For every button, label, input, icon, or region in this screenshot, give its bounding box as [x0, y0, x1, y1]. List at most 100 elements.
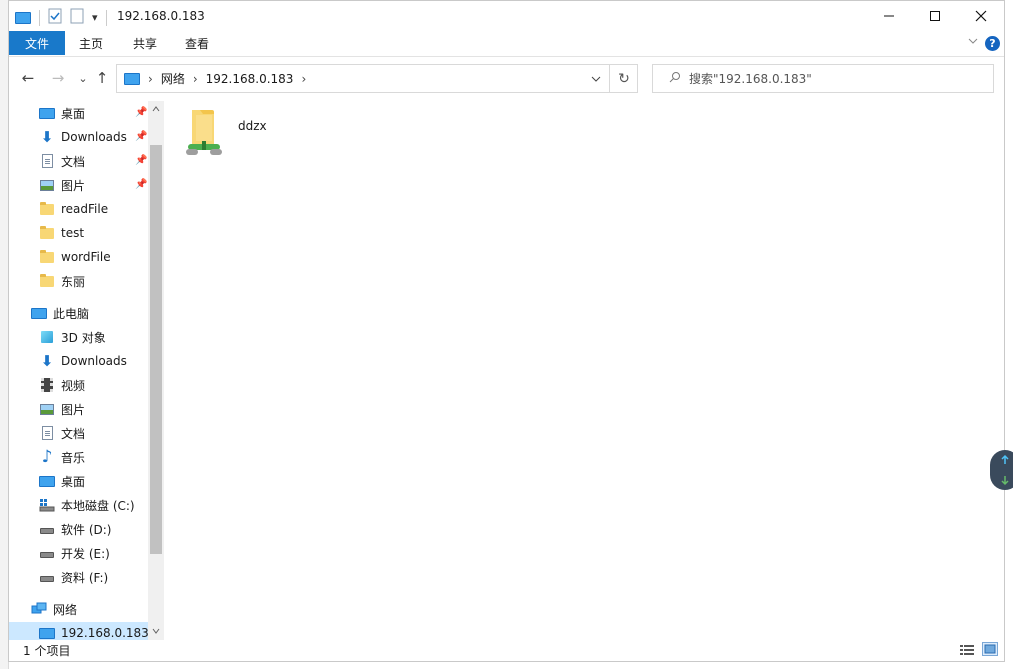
folder-icon: [39, 249, 55, 265]
sidebar-item-drive-c[interactable]: 本地磁盘 (C:): [39, 494, 164, 516]
sidebar-item-drive-d[interactable]: 软件 (D:): [39, 518, 164, 540]
sidebar-item-pc-downloads[interactable]: ⬇ Downloads: [39, 350, 164, 372]
computer-icon: [124, 72, 140, 85]
sidebar-item-label: test: [61, 226, 85, 240]
properties-icon[interactable]: [48, 8, 62, 27]
tab-home[interactable]: 主页: [69, 31, 113, 55]
pin-icon: 📌: [135, 107, 148, 118]
sidebar-item-drive-f[interactable]: 资料 (F:): [39, 566, 164, 588]
scroll-up-icon[interactable]: [150, 103, 162, 115]
breadcrumb-separator-icon[interactable]: ›: [193, 72, 198, 86]
address-bar[interactable]: › 网络 › 192.168.0.183 › ↻: [116, 64, 638, 93]
sidebar-item-label: 192.168.0.183: [61, 626, 149, 640]
details-view-icon[interactable]: [959, 643, 975, 660]
help-button[interactable]: ?: [985, 36, 1000, 51]
expand-ribbon-icon[interactable]: [968, 35, 978, 48]
quick-access-toolbar: ▾: [15, 8, 107, 27]
sidebar-item-label: Downloads: [61, 354, 127, 368]
search-placeholder: 搜索"192.168.0.183": [689, 72, 812, 86]
window-title: 192.168.0.183: [117, 9, 205, 23]
close-icon: [975, 10, 987, 22]
minimize-button[interactable]: [866, 1, 912, 31]
customize-toolbar-icon[interactable]: ▾: [92, 11, 98, 24]
breadcrumb-network[interactable]: 网络: [161, 70, 185, 87]
sidebar-item-label: 3D 对象: [61, 330, 106, 345]
pin-icon: 📌: [135, 155, 148, 166]
file-explorer-window: ▾ 192.168.0.183 文件 主页 共享 查看 ? ← → ⌄ ↑ › …: [8, 0, 1005, 662]
tab-file[interactable]: 文件: [9, 31, 65, 55]
scrollbar-thumb[interactable]: [150, 145, 162, 554]
download-icon: ⬇: [40, 352, 54, 370]
sidebar-item-videos[interactable]: 视频: [39, 374, 164, 396]
sidebar-item-label: 本地磁盘 (C:): [61, 498, 135, 513]
breadcrumb-separator-icon[interactable]: ›: [148, 72, 153, 86]
sidebar-item-pc-documents[interactable]: 文档: [39, 422, 164, 444]
desktop-icon: [39, 473, 55, 489]
drive-icon: [39, 521, 55, 537]
system-drive-icon: [39, 497, 55, 513]
music-icon: ♪: [41, 447, 53, 467]
sidebar-item-label: 桌面: [61, 106, 86, 121]
breadcrumb-current[interactable]: 192.168.0.183: [206, 72, 294, 86]
new-folder-icon[interactable]: [70, 8, 84, 27]
sidebar-item-network[interactable]: 网络: [31, 598, 164, 620]
floating-scroll-widget[interactable]: [990, 450, 1013, 490]
sidebar-item-pc-pictures[interactable]: 图片: [39, 398, 164, 420]
toolbar-divider: [105, 9, 107, 26]
tab-share[interactable]: 共享: [123, 31, 167, 55]
forward-button[interactable]: →: [48, 67, 68, 89]
document-icon: [39, 153, 55, 169]
sidebar-item-label: 此电脑: [53, 306, 90, 321]
sidebar-item-label: 网络: [53, 602, 78, 617]
picture-icon: [39, 177, 55, 193]
folder-icon: [39, 225, 55, 241]
pin-icon: 📌: [135, 131, 148, 142]
file-item-label: ddzx: [238, 119, 267, 133]
sidebar-item-label: readFile: [61, 202, 109, 216]
search-box[interactable]: 搜索"192.168.0.183": [652, 64, 994, 93]
maximize-button[interactable]: [912, 1, 958, 31]
sidebar-item-label: 图片: [61, 402, 86, 417]
file-list-area[interactable]: [174, 101, 1004, 640]
toolbar-divider: [39, 9, 40, 26]
sidebar-item-label: 东丽: [61, 274, 86, 289]
breadcrumb-separator-icon[interactable]: ›: [301, 72, 306, 86]
sidebar-item-wordfile[interactable]: wordFile: [39, 246, 164, 268]
sidebar-item-pc-desktop[interactable]: 桌面: [39, 470, 164, 492]
drive-icon: [39, 545, 55, 561]
sidebar-item-this-pc[interactable]: 此电脑: [31, 302, 164, 324]
sidebar-item-label: Downloads: [61, 130, 127, 144]
computer-icon: [15, 11, 31, 24]
search-icon: [669, 71, 681, 86]
sidebar-item-3d-objects[interactable]: 3D 对象: [39, 326, 164, 348]
sidebar-item-music[interactable]: ♪ 音乐: [39, 446, 164, 468]
refresh-button[interactable]: ↻: [610, 65, 638, 92]
close-button[interactable]: [958, 1, 1004, 31]
address-dropdown-button[interactable]: [584, 69, 608, 89]
sidebar-item-dongli[interactable]: 东丽: [39, 270, 164, 292]
large-icons-view-icon[interactable]: [982, 642, 998, 656]
sidebar-item-label: 图片: [61, 178, 86, 193]
maximize-icon: [930, 11, 940, 21]
scroll-down-icon[interactable]: [150, 625, 162, 637]
sidebar-item-drive-e[interactable]: 开发 (E:): [39, 542, 164, 564]
sidebar-item-192-168-0-183[interactable]: 192.168.0.183: [9, 622, 149, 640]
desktop-icon: [39, 105, 55, 121]
sidebar-item-readfile[interactable]: readFile: [39, 198, 164, 220]
network-icon: [31, 601, 47, 617]
sidebar-item-label: 音乐: [61, 450, 86, 465]
up-button[interactable]: ↑: [92, 67, 112, 89]
navigation-pane: 桌面 ⬇ Downloads 文档 图片 readFile test wordF…: [9, 101, 164, 640]
drive-icon: [39, 569, 55, 585]
recent-locations-button[interactable]: ⌄: [73, 67, 93, 89]
back-button[interactable]: ←: [18, 67, 38, 89]
download-icon: ⬇: [40, 128, 54, 146]
folder-icon: [39, 273, 55, 289]
sidebar-item-test[interactable]: test: [39, 222, 164, 244]
tab-view[interactable]: 查看: [175, 31, 219, 55]
shared-folder-ddzx[interactable]: ddzx: [184, 105, 304, 161]
folder-icon: [39, 201, 55, 217]
sidebar-item-label: 开发 (E:): [61, 546, 110, 561]
status-bar: 1 个项目: [9, 640, 1004, 661]
item-count: 1 个项目: [23, 644, 71, 658]
